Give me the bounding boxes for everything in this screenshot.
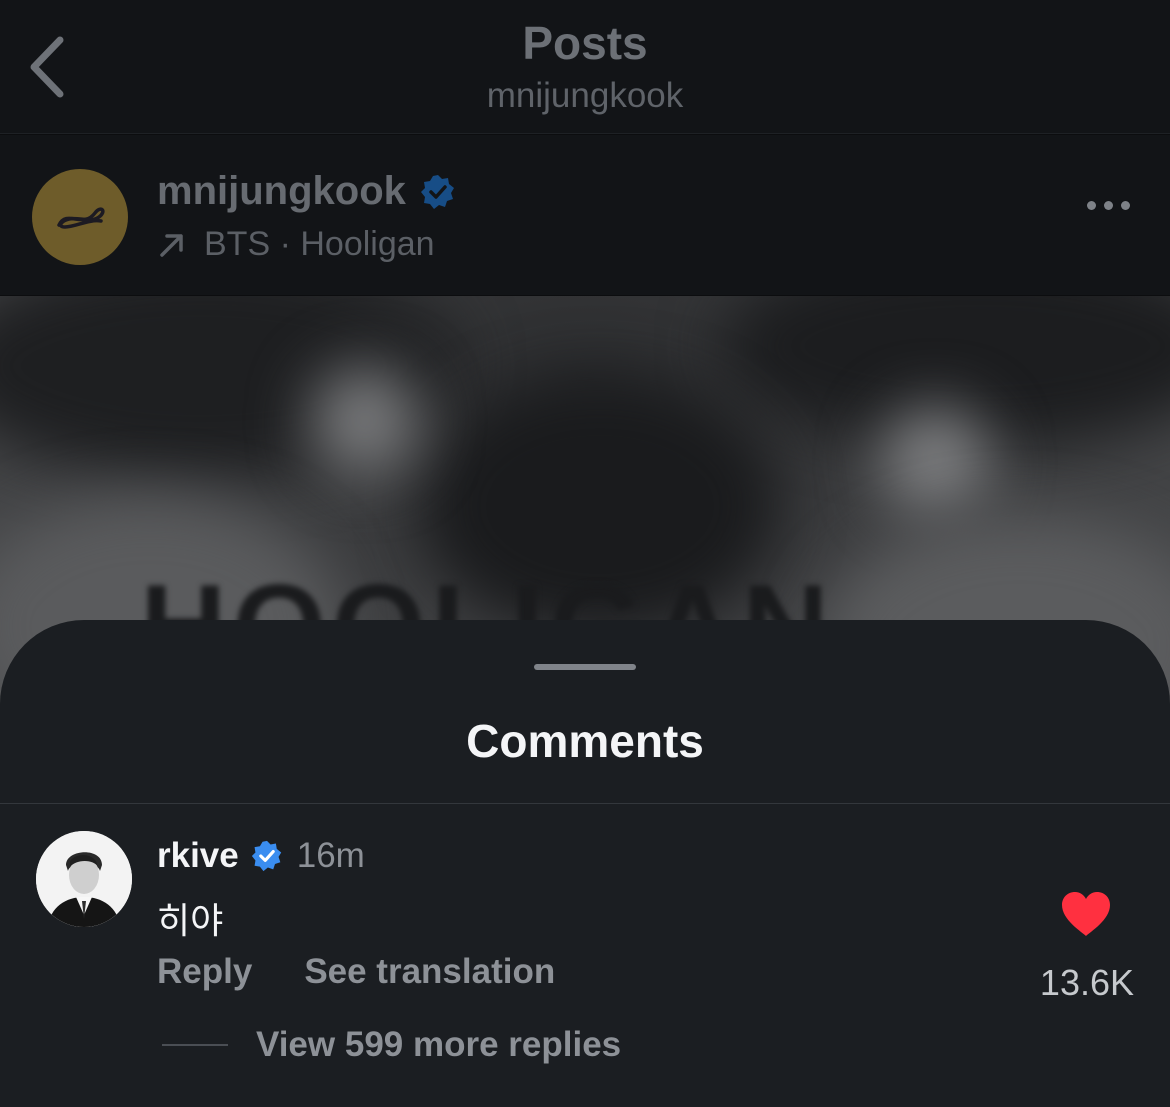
media-light	[880, 406, 990, 516]
see-translation-button[interactable]: See translation	[304, 952, 555, 992]
heart-filled-icon	[1062, 892, 1110, 936]
comment-username[interactable]: rkive	[157, 836, 239, 876]
more-dot-icon	[1087, 201, 1096, 210]
verified-badge-icon	[420, 174, 454, 209]
replies-line	[162, 1044, 228, 1046]
sheet-title: Comments	[466, 715, 704, 767]
post-username[interactable]: mnijungkook	[157, 169, 406, 214]
more-dot-icon	[1104, 201, 1113, 210]
view-replies-button[interactable]: View 599 more replies	[162, 1025, 621, 1065]
page-title: Posts	[522, 17, 648, 69]
comment-avatar[interactable]	[36, 831, 132, 927]
logo-icon	[57, 207, 105, 229]
media-light	[310, 366, 420, 476]
post-header: mnijungkook BTS · Hooligan	[0, 135, 1170, 295]
music-attribution[interactable]: BTS · Hooligan	[158, 225, 435, 264]
comments-sheet: Comments rkive 16m 히야 Reply See translat…	[0, 620, 1170, 1107]
sheet-drag-handle[interactable]	[534, 664, 636, 670]
comment-text: 히야	[157, 900, 224, 941]
like-button[interactable]	[1060, 890, 1112, 938]
avatar[interactable]	[32, 169, 128, 265]
arrow-up-right-icon	[160, 233, 183, 257]
music-text: BTS · Hooligan	[204, 225, 435, 264]
post-author: mnijungkook	[157, 169, 456, 214]
comment-header: rkive 16m	[157, 836, 365, 876]
music-track: Hooligan	[300, 225, 435, 263]
more-dot-icon	[1121, 201, 1130, 210]
comment-timestamp: 16m	[296, 836, 365, 875]
threads-post-screen: Posts mnijungkook mnijungkook BTS · Hool…	[0, 0, 1170, 1107]
reply-button[interactable]: Reply	[157, 952, 252, 992]
comment-actions: Reply See translation	[157, 952, 555, 992]
top-nav: Posts mnijungkook	[0, 0, 1170, 134]
more-options-button[interactable]	[1087, 201, 1130, 210]
like-count: 13.6K	[1039, 962, 1134, 1003]
view-replies-label: View 599 more replies	[256, 1025, 622, 1064]
page-subtitle: mnijungkook	[486, 76, 684, 115]
music-artist: BTS	[204, 225, 271, 263]
music-separator: ·	[279, 225, 291, 263]
profile-photo	[36, 831, 132, 927]
divider	[0, 803, 1170, 804]
verified-badge-icon	[251, 840, 281, 872]
